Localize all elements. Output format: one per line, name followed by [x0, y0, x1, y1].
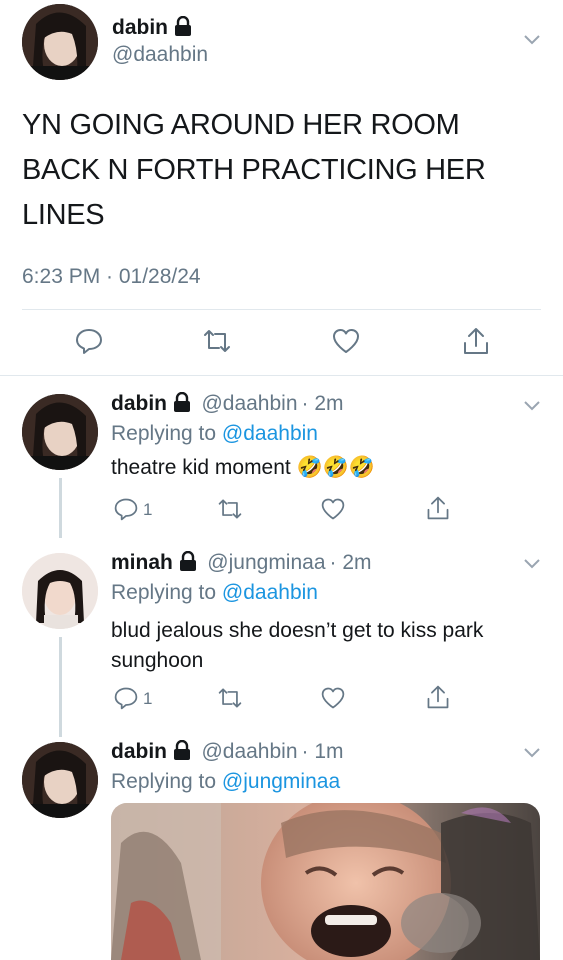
reply-count: 1: [143, 500, 153, 519]
media-image[interactable]: [111, 803, 540, 960]
mention-link[interactable]: @daahbin: [222, 581, 318, 604]
share-icon[interactable]: [425, 494, 451, 527]
chevron-down-icon[interactable]: [522, 745, 542, 764]
tweet-text: YN GOING AROUND HER ROOM BACK N FORTH PR…: [22, 109, 486, 231]
reply-text: blud jealous she doesn’t get to kiss par…: [111, 619, 484, 672]
avatar[interactable]: [22, 4, 98, 80]
lock-icon: [179, 550, 197, 576]
chevron-down-icon[interactable]: [522, 32, 542, 51]
reply-action-bar: 1: [0, 683, 563, 715]
reply-icon[interactable]: [74, 326, 104, 361]
like-icon[interactable]: [320, 496, 346, 527]
replying-to: Replying to @jungminaa: [111, 770, 341, 793]
replying-to: Replying to @daahbin: [111, 422, 318, 445]
tweet-timestamp[interactable]: 6:23 PM · 01/28/24: [22, 265, 201, 289]
replying-to: Replying to @daahbin: [111, 581, 318, 604]
author-name[interactable]: dabin: [111, 740, 167, 763]
mention-link[interactable]: @jungminaa: [222, 770, 340, 793]
reply-time: · 1m: [301, 740, 344, 763]
reply-time: · 2m: [329, 551, 372, 574]
share-icon[interactable]: [461, 325, 491, 362]
lock-icon: [173, 739, 191, 765]
author-handle[interactable]: @daahbin: [201, 392, 297, 415]
chevron-down-icon[interactable]: [522, 556, 542, 575]
share-icon[interactable]: [425, 683, 451, 716]
like-icon[interactable]: [320, 685, 346, 716]
avatar[interactable]: [22, 394, 98, 470]
author-name[interactable]: minah: [111, 551, 173, 574]
divider: [22, 309, 541, 310]
reply-action-bar: 1: [0, 494, 563, 526]
retweet-icon[interactable]: [201, 326, 233, 361]
author-name[interactable]: dabin: [112, 15, 192, 42]
author-handle[interactable]: @jungminaa: [207, 551, 325, 574]
reply-header: dabin @daahbin · 1m: [111, 739, 344, 765]
avatar[interactable]: [22, 742, 98, 818]
reply-time: · 2m: [301, 392, 344, 415]
reply-icon[interactable]: [113, 496, 139, 527]
lock-icon: [174, 15, 192, 42]
chevron-down-icon[interactable]: [522, 398, 542, 417]
like-icon[interactable]: [331, 326, 361, 361]
lock-icon: [173, 391, 191, 417]
mention-link[interactable]: @daahbin: [222, 422, 318, 445]
reply-text: theatre kid moment 🤣🤣🤣: [111, 456, 376, 479]
author-name[interactable]: dabin: [111, 392, 167, 415]
avatar[interactable]: [22, 553, 98, 629]
author-handle[interactable]: @daahbin: [112, 43, 208, 67]
reply-header: minah @jungminaa · 2m: [111, 550, 372, 576]
reply-icon[interactable]: [113, 685, 139, 716]
reply-header: dabin @daahbin · 2m: [111, 391, 344, 417]
retweet-icon[interactable]: [216, 496, 244, 527]
author-handle[interactable]: @daahbin: [201, 740, 297, 763]
divider: [0, 375, 563, 376]
main-action-bar: [0, 322, 563, 362]
retweet-icon[interactable]: [216, 685, 244, 716]
reply-count: 1: [143, 689, 153, 708]
